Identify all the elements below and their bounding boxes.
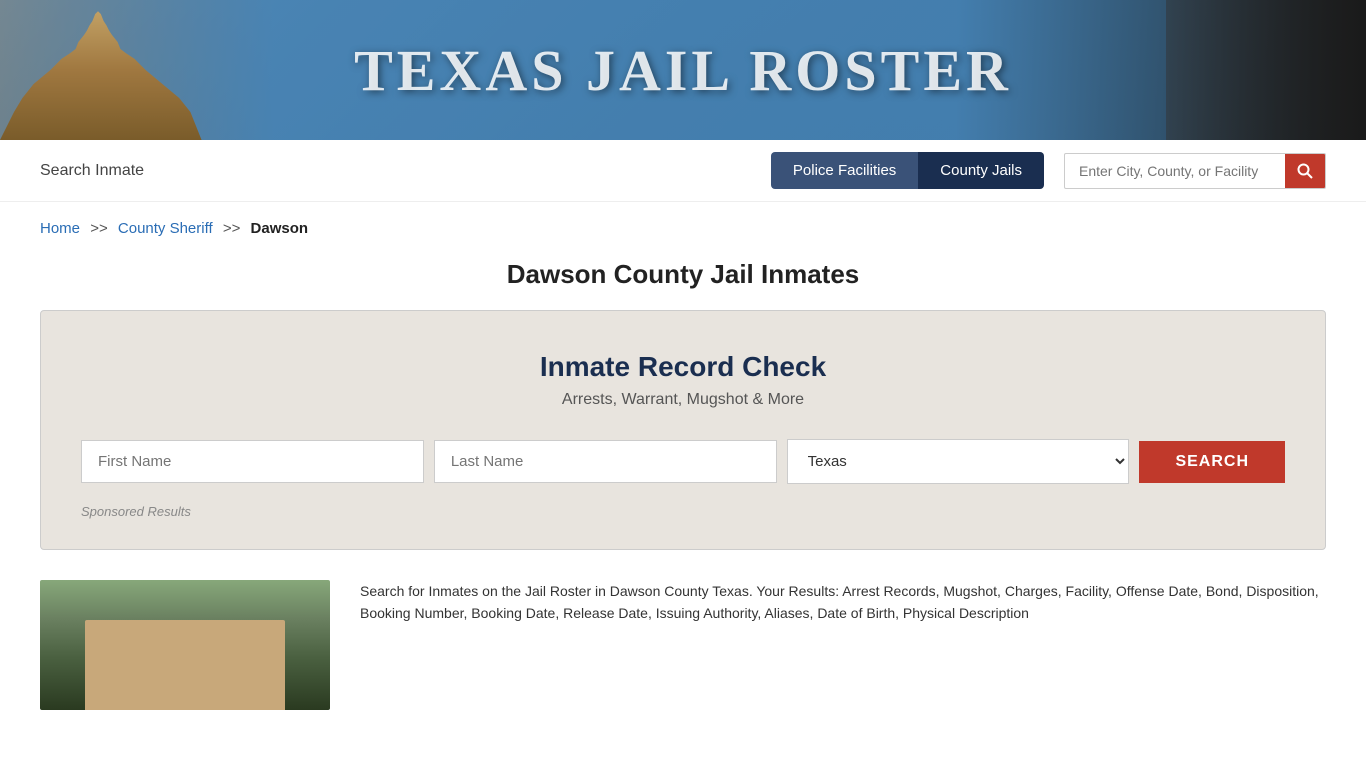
- nav-bar: Search Inmate Police Facilities County J…: [0, 140, 1366, 202]
- search-fields: AlabamaAlaskaArizonaArkansasCaliforniaCo…: [81, 439, 1285, 484]
- state-select[interactable]: AlabamaAlaskaArizonaArkansasCaliforniaCo…: [787, 439, 1130, 484]
- page-title: Dawson County Jail Inmates: [0, 245, 1366, 310]
- record-check-title: Inmate Record Check: [81, 351, 1285, 383]
- keys-image: [1166, 0, 1366, 140]
- search-icon: [1297, 163, 1313, 179]
- building-shape: [85, 620, 285, 710]
- nav-search-wrapper: [1064, 153, 1326, 189]
- site-title: Texas Jail Roster: [354, 37, 1012, 104]
- bottom-content: Search for Inmates on the Jail Roster in…: [0, 580, 1366, 710]
- breadcrumb-sep-2: >>: [223, 220, 241, 237]
- record-check-subtitle: Arrests, Warrant, Mugshot & More: [81, 391, 1285, 409]
- nav-search-button[interactable]: [1285, 154, 1325, 188]
- first-name-input[interactable]: [81, 440, 424, 483]
- nav-search-input[interactable]: [1065, 155, 1285, 187]
- breadcrumb-sep-1: >>: [90, 220, 108, 237]
- search-submit-button[interactable]: SEARCH: [1139, 441, 1285, 483]
- nav-facility-buttons: Police Facilities County Jails: [771, 152, 1044, 189]
- county-jails-button[interactable]: County Jails: [918, 152, 1044, 189]
- police-facilities-button[interactable]: Police Facilities: [771, 152, 918, 189]
- inmate-record-check-section: Inmate Record Check Arrests, Warrant, Mu…: [40, 310, 1326, 550]
- last-name-input[interactable]: [434, 440, 777, 483]
- breadcrumb-home[interactable]: Home: [40, 220, 80, 237]
- breadcrumb-current: Dawson: [251, 220, 309, 237]
- breadcrumb: Home >> County Sheriff >> Dawson: [0, 202, 1366, 245]
- header-banner: Texas Jail Roster: [0, 0, 1366, 140]
- breadcrumb-county-sheriff[interactable]: County Sheriff: [118, 220, 213, 237]
- bottom-description: Search for Inmates on the Jail Roster in…: [360, 580, 1326, 710]
- facility-image: [40, 580, 330, 710]
- nav-search-label: Search Inmate: [40, 162, 144, 180]
- sponsored-label: Sponsored Results: [81, 504, 1285, 519]
